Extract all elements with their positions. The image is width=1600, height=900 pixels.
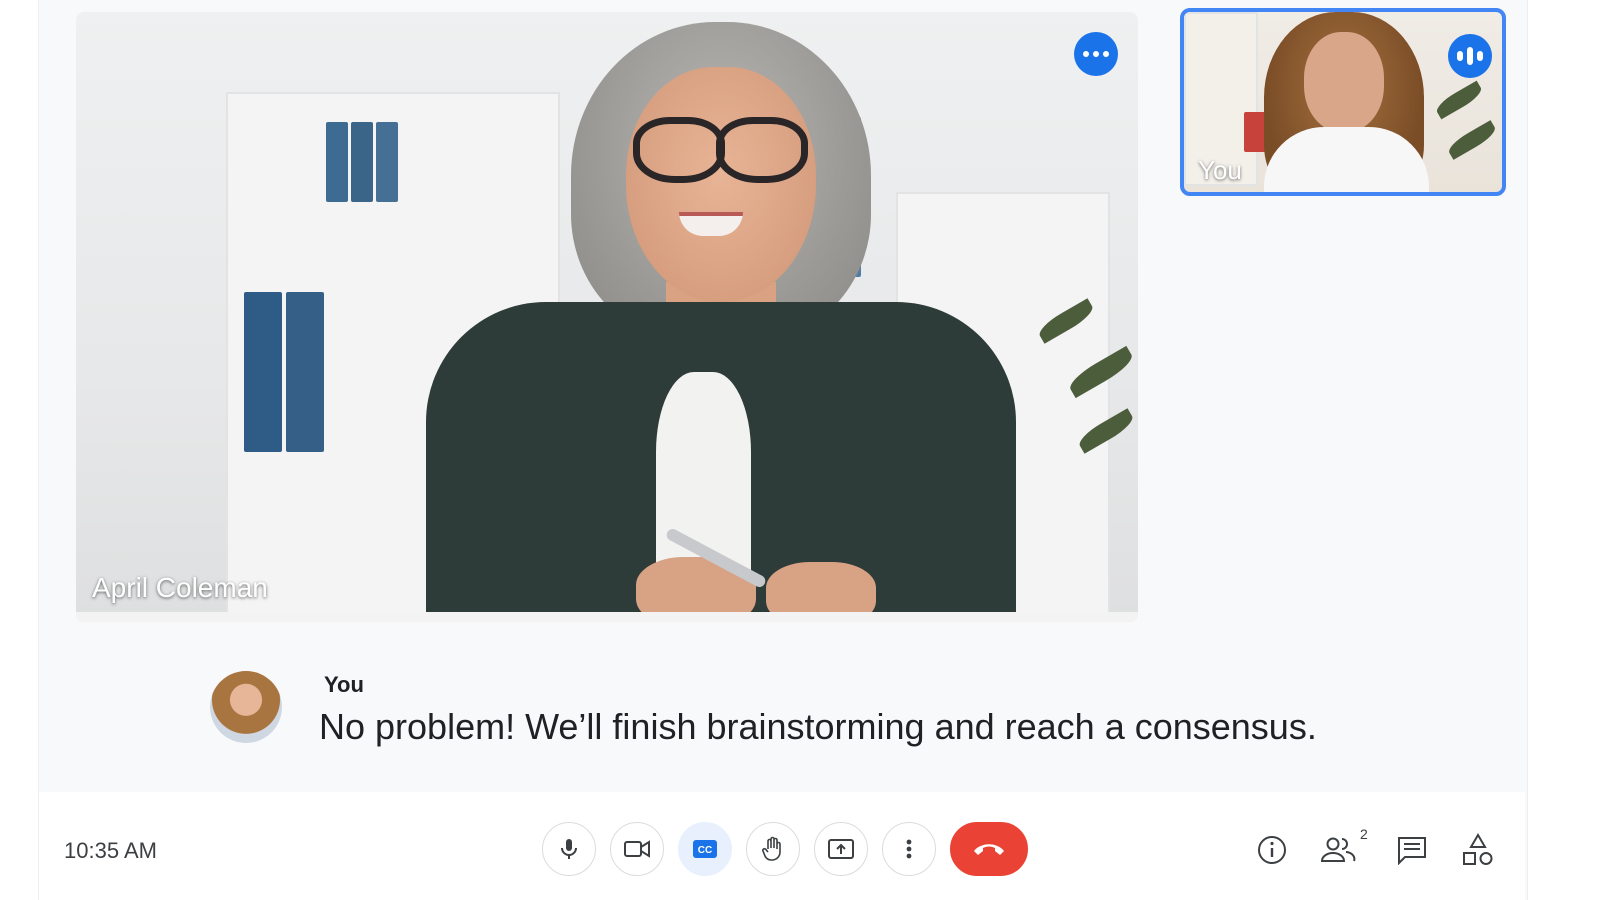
background-binder [351, 122, 373, 202]
svg-text:CC: CC [698, 845, 712, 856]
background-binder [244, 292, 282, 452]
present-screen-icon [828, 839, 854, 859]
meeting-clock: 10:35 AM [64, 838, 157, 863]
shapes-icon [1463, 833, 1493, 865]
self-video-tile[interactable]: You [1180, 8, 1506, 196]
people-count-badge: 2 [1360, 826, 1368, 842]
people-button[interactable] [1318, 830, 1358, 870]
main-video-tile[interactable]: April Coleman [76, 12, 1138, 622]
more-options-button[interactable] [882, 822, 936, 876]
more-vert-icon [906, 839, 912, 859]
microphone-button[interactable] [542, 822, 596, 876]
activities-button[interactable] [1458, 830, 1498, 870]
audio-level-icon [1448, 34, 1492, 78]
self-face [1304, 32, 1384, 132]
videocam-icon [624, 840, 650, 858]
info-icon [1258, 836, 1286, 864]
leave-call-button[interactable] [950, 822, 1028, 876]
background-binder [326, 122, 348, 202]
self-plant-leaf [1445, 120, 1499, 160]
caption-avatar [210, 671, 282, 743]
camera-button[interactable] [610, 822, 664, 876]
self-plant-leaf [1433, 80, 1485, 120]
participant-name: April Coleman [92, 572, 268, 603]
chat-icon [1398, 837, 1426, 865]
glasses-lens-right [716, 117, 808, 183]
caption-speaker: You [324, 672, 364, 697]
participant-shirt [656, 372, 751, 572]
cc-icon: CC [693, 840, 717, 858]
chat-button[interactable] [1392, 830, 1432, 870]
self-background-object [1244, 112, 1266, 152]
caption-text: No problem! We’ll finish brainstorming a… [319, 706, 1317, 747]
background-binder [376, 122, 398, 202]
captions-button[interactable]: CC [678, 822, 732, 876]
hand-icon [762, 836, 781, 861]
glasses-lens-left [633, 117, 725, 183]
raise-hand-button[interactable] [746, 822, 800, 876]
meeting-details-button[interactable] [1252, 830, 1292, 870]
people-icon [1320, 837, 1356, 862]
background-binder [286, 292, 324, 452]
desk [76, 612, 1138, 622]
self-label: You [1198, 155, 1242, 185]
present-button[interactable] [814, 822, 868, 876]
call-end-icon [974, 844, 1004, 855]
participant-face [626, 67, 816, 302]
more-horiz-icon[interactable] [1074, 32, 1118, 76]
mic-icon [561, 839, 577, 859]
